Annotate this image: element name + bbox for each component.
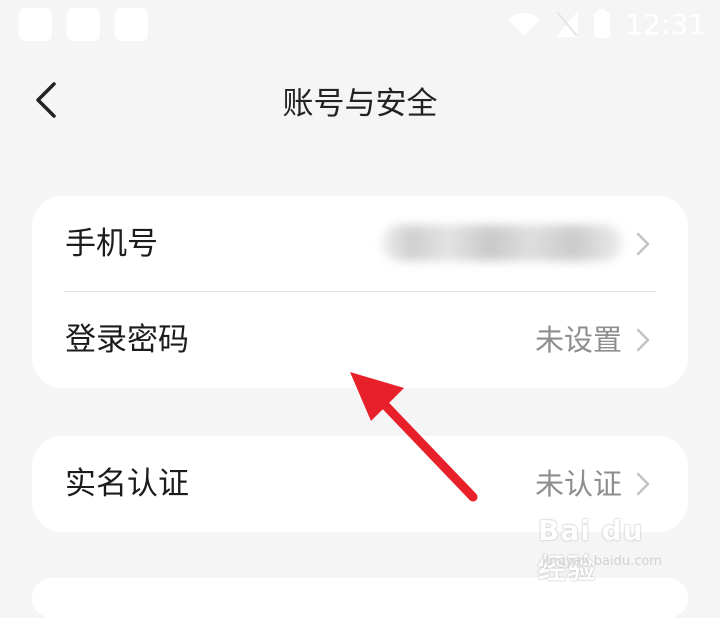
status-time: 12:31 (625, 7, 706, 41)
notification-icon (19, 8, 52, 41)
phone-label: 手机号 (65, 226, 158, 262)
phone-row[interactable]: 手机号 (32, 196, 688, 292)
password-status: 未设置 (534, 323, 622, 357)
status-bar: 12:31 (0, 0, 720, 52)
watermark: Bai du 经验 jingyan.baidu.com (532, 508, 682, 585)
password-label: 登录密码 (65, 322, 189, 358)
password-row[interactable]: 登录密码 未设置 (32, 292, 688, 388)
account-card: 手机号 登录密码 未设置 (32, 196, 688, 388)
signal-icon (556, 11, 579, 37)
chevron-right-icon (636, 328, 650, 352)
chevron-right-icon (636, 232, 650, 256)
notification-icon (67, 8, 100, 41)
header: 账号与安全 (0, 52, 720, 148)
page-title: 账号与安全 (282, 86, 438, 122)
phone-value-blurred (382, 225, 622, 261)
status-icons: 12:31 (507, 6, 706, 42)
chevron-right-icon (636, 472, 650, 496)
battery-icon (594, 9, 611, 38)
watermark-logo: Bai du 经验 (538, 514, 644, 585)
wifi-icon (508, 13, 541, 36)
notification-icon (115, 8, 148, 41)
watermark-url: jingyan.baidu.com (542, 554, 662, 569)
real-name-label: 实名认证 (65, 466, 189, 502)
